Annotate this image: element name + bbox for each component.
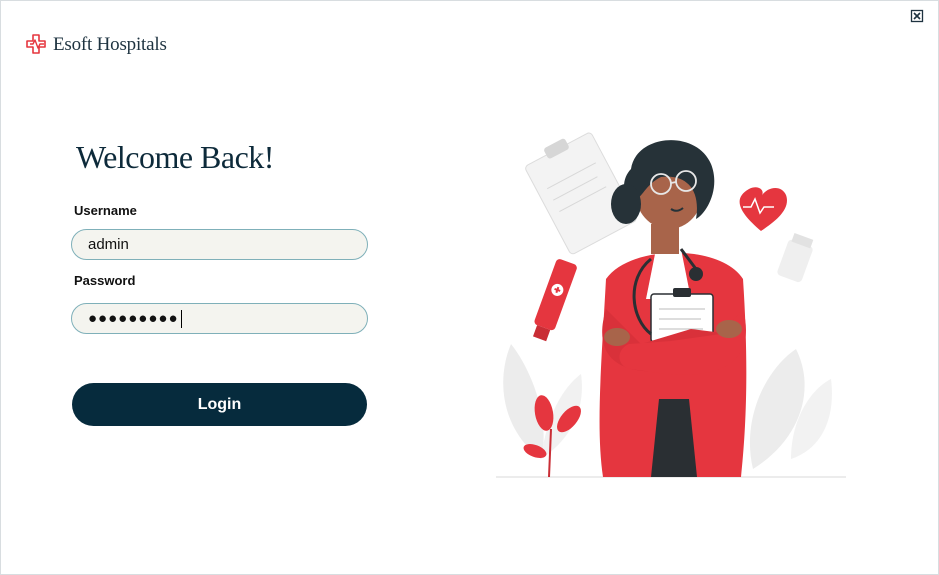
welcome-heading: Welcome Back! bbox=[76, 139, 274, 175]
text-caret bbox=[180, 309, 182, 328]
app-name: Esoft Hospitals bbox=[53, 34, 167, 55]
password-value: ●●●●●●●●● bbox=[88, 310, 179, 327]
app-logo: Esoft Hospitals bbox=[25, 33, 167, 57]
login-window: Esoft Hospitals Welcome Back! Username a… bbox=[0, 0, 939, 575]
close-button[interactable] bbox=[910, 9, 924, 23]
password-label: Password bbox=[74, 273, 136, 288]
login-button[interactable]: Login bbox=[72, 383, 367, 426]
close-icon bbox=[910, 9, 924, 23]
password-input[interactable]: ●●●●●●●●● bbox=[71, 303, 368, 334]
username-input[interactable]: admin bbox=[71, 229, 368, 260]
medical-cross-logo-icon bbox=[26, 34, 46, 54]
username-value: admin bbox=[88, 236, 129, 253]
doctor-illustration-icon bbox=[496, 132, 846, 478]
username-label: Username bbox=[74, 203, 137, 218]
